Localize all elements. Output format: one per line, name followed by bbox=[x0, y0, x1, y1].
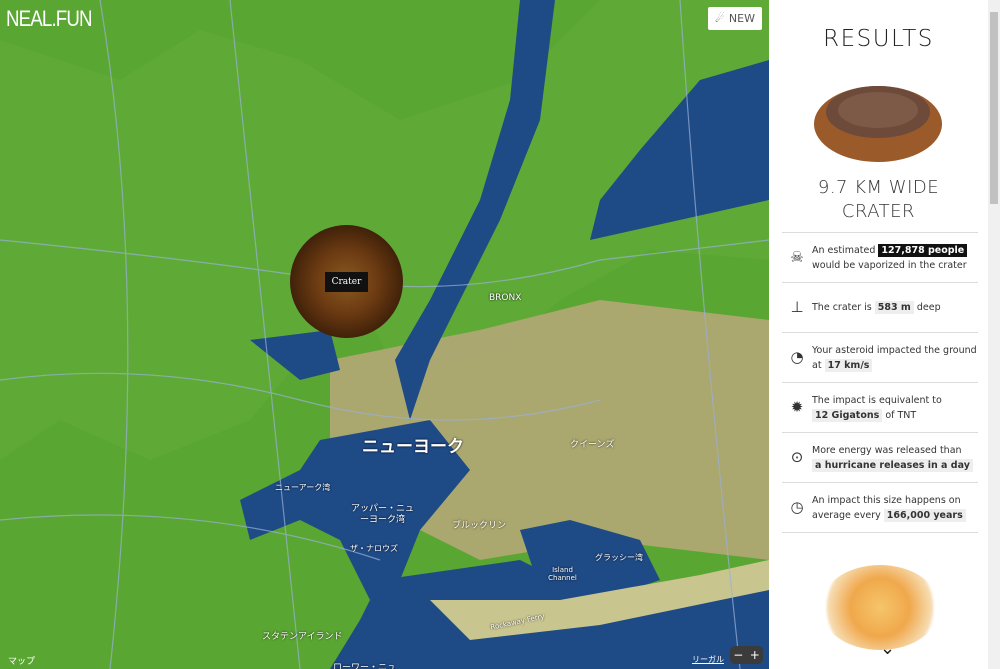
explosion-icon: ✹ bbox=[790, 398, 804, 416]
asteroid-icon: ☄ bbox=[715, 12, 725, 25]
map-imagery bbox=[0, 0, 769, 669]
map-label-staten-island: スタテンアイランド bbox=[262, 632, 343, 642]
speedometer-icon: ◔ bbox=[790, 348, 804, 366]
map-label-newark-bay: ニューアーク湾 bbox=[275, 483, 331, 492]
crater-label: Crater bbox=[324, 271, 369, 292]
zoom-out-button[interactable]: − bbox=[733, 648, 743, 662]
zoom-in-button[interactable]: + bbox=[750, 648, 760, 662]
crater-circle: Crater bbox=[290, 225, 403, 338]
zoom-control: − + bbox=[730, 646, 763, 664]
map-label-bronx: BRONX bbox=[489, 293, 522, 303]
skull-icon: ☠ bbox=[790, 248, 804, 266]
stat-comparison: ⊙ More energy was released than a hurrican… bbox=[782, 433, 978, 483]
hurricane-icon: ⊙ bbox=[790, 448, 804, 466]
stat-depth: ⊥ The crater is 583 m deep bbox=[782, 283, 978, 333]
stats-list: ☠ An estimated 127,878 people would be vap… bbox=[782, 232, 978, 533]
chevron-down-icon[interactable]: ⌄ bbox=[880, 638, 895, 659]
stat-energy: ✹ The impact is equivalent to 12 Gigatons … bbox=[782, 383, 978, 433]
stat-vaporized: ☠ An estimated 127,878 people would be vap… bbox=[782, 233, 978, 283]
map-label-new-york: ニューヨーク bbox=[362, 437, 464, 457]
crater-size-heading: 9.7 KM WIDE CRATER bbox=[817, 177, 940, 222]
crater-image bbox=[811, 74, 946, 166]
depth-icon: ⊥ bbox=[790, 298, 804, 316]
map-label-upper-bay: アッパー・ニュ ーヨーク湾 bbox=[350, 504, 414, 525]
map-label-grassy-bay: グラッシー湾 bbox=[595, 553, 643, 562]
map-label-lower-bay: ローワー・ニュ bbox=[333, 663, 397, 669]
stat-frequency: ◷ An impact this size happens on average … bbox=[782, 483, 978, 533]
stat-speed: ◔ Your asteroid impacted the ground at 17… bbox=[782, 333, 978, 383]
map-label-island-channel: Island Channel bbox=[548, 566, 577, 582]
neal-fun-logo[interactable]: NEAL.FUN bbox=[6, 6, 93, 32]
map-label-queens: クイーンズ bbox=[570, 440, 615, 450]
apple-maps-link[interactable]: マップ bbox=[8, 654, 35, 667]
map-label-narrows: ザ・ナロウズ bbox=[350, 544, 398, 553]
legal-link[interactable]: リーガル bbox=[692, 654, 724, 665]
scrollbar-thumb[interactable] bbox=[990, 12, 998, 204]
scrollbar[interactable] bbox=[988, 0, 1000, 669]
satellite-map[interactable]: NEAL.FUN ☄ NEW Crater ニューヨーク クイーンズ BRONX … bbox=[0, 0, 769, 669]
clock-icon: ◷ bbox=[790, 498, 804, 516]
new-button[interactable]: ☄ NEW bbox=[708, 7, 762, 30]
map-label-brooklyn: ブルックリン bbox=[452, 521, 507, 531]
results-title: RESULTS bbox=[823, 26, 934, 52]
